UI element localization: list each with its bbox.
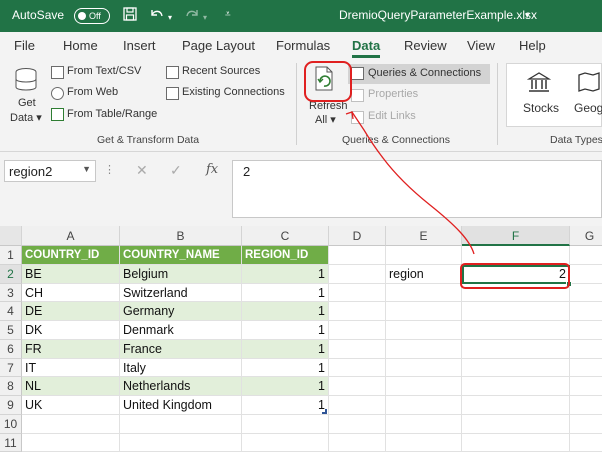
annotation-arrow (352, 112, 474, 254)
annotation-overlay (0, 0, 602, 447)
annotation-arrowhead (346, 112, 353, 119)
refresh-highlight-box (305, 62, 351, 101)
value-highlight-box (461, 264, 569, 288)
